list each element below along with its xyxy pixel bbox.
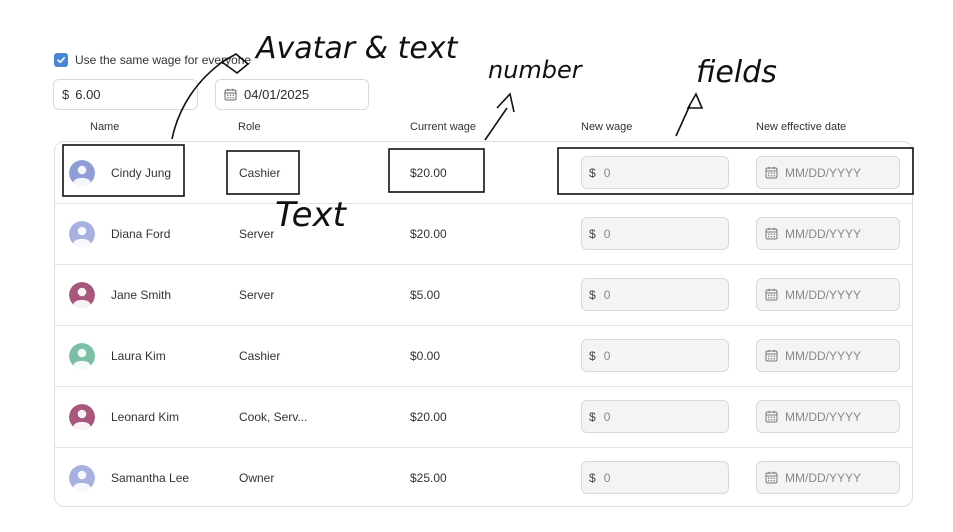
global-date-value: 04/01/2025	[244, 87, 310, 102]
new-wage-placeholder: 0	[603, 287, 611, 302]
same-wage-option[interactable]: Use the same wage for everyone	[54, 53, 251, 67]
currency-prefix: $	[589, 287, 596, 302]
same-wage-checkbox[interactable]	[54, 53, 68, 67]
employee-name: Cindy Jung	[111, 165, 172, 180]
date-placeholder: MM/DD/YYYY	[785, 165, 862, 180]
annotation-arrowhead-fields	[686, 92, 704, 109]
new-effective-date-input[interactable]: MM/DD/YYYY	[756, 156, 900, 189]
new-wage-input[interactable]: $ 0	[581, 156, 729, 189]
annotation-arrow-fields	[675, 104, 691, 137]
check-icon	[57, 57, 65, 64]
annotation-label-avatar-text: Avatar & text	[254, 31, 459, 66]
employee-name: Laura Kim	[111, 348, 166, 363]
person-icon	[69, 282, 95, 308]
annotation-arrowhead-number	[496, 92, 515, 113]
table-row: Laura Kim Cashier $0.00 $ 0 MM/DD/YYYY	[55, 325, 912, 387]
table-row: Jane Smith Server $5.00 $ 0 MM/DD/YYYY	[55, 264, 912, 326]
annotation-arrow-number	[484, 107, 508, 141]
person-icon	[69, 465, 95, 491]
column-header-new-effective-date: New effective date	[756, 121, 847, 133]
global-wage-input[interactable]: $ 6.00	[53, 79, 198, 110]
person-icon	[69, 221, 95, 247]
date-placeholder: MM/DD/YYYY	[785, 348, 862, 363]
date-placeholder: MM/DD/YYYY	[785, 287, 862, 302]
employee-name: Leonard Kim	[111, 409, 180, 424]
new-wage-input[interactable]: $ 0	[581, 400, 729, 433]
new-effective-date-input[interactable]: MM/DD/YYYY	[756, 339, 900, 372]
date-placeholder: MM/DD/YYYY	[785, 226, 862, 241]
new-wage-placeholder: 0	[603, 470, 611, 485]
currency-prefix: $	[589, 165, 596, 180]
new-wage-input[interactable]: $ 0	[581, 339, 729, 372]
current-wage: $20.00	[410, 226, 447, 241]
new-wage-placeholder: 0	[603, 409, 611, 424]
table-row: Cindy Jung Cashier $20.00 $ 0 MM/DD/YYYY	[55, 142, 912, 204]
calendar-icon	[765, 227, 778, 240]
column-header-role: Role	[238, 121, 261, 133]
column-header-name: Name	[90, 121, 120, 133]
new-wage-placeholder: 0	[603, 165, 611, 180]
currency-prefix: $	[589, 409, 596, 424]
same-wage-label: Use the same wage for everyone	[75, 53, 252, 67]
employee-name: Jane Smith	[111, 287, 172, 302]
date-placeholder: MM/DD/YYYY	[785, 409, 862, 424]
current-wage: $20.00	[410, 409, 447, 424]
current-wage: $5.00	[410, 287, 441, 302]
current-wage: $25.00	[410, 470, 447, 485]
table-row: Leonard Kim Cook, Serv... $20.00 $ 0 MM/…	[55, 386, 912, 448]
new-effective-date-input[interactable]: MM/DD/YYYY	[756, 278, 900, 311]
employee-role: Cashier	[239, 348, 281, 363]
calendar-icon	[765, 410, 778, 423]
annotation-label-fields: fields	[696, 55, 777, 90]
current-wage: $20.00	[410, 165, 447, 180]
table-row: Diana Ford Server $20.00 $ 0 MM/DD/YYYY	[55, 203, 912, 265]
calendar-icon	[765, 166, 778, 179]
avatar	[69, 282, 95, 308]
calendar-icon	[765, 288, 778, 301]
calendar-icon	[765, 471, 778, 484]
employee-name: Diana Ford	[111, 226, 171, 241]
avatar	[69, 160, 95, 186]
employee-role: Server	[239, 287, 275, 302]
new-wage-input[interactable]: $ 0	[581, 217, 729, 250]
currency-prefix: $	[62, 87, 70, 102]
column-header-current-wage: Current wage	[410, 121, 477, 133]
person-icon	[69, 343, 95, 369]
global-date-input[interactable]: 04/01/2025	[215, 79, 369, 110]
new-effective-date-input[interactable]: MM/DD/YYYY	[756, 217, 900, 250]
employee-role: Owner	[239, 470, 275, 485]
date-placeholder: MM/DD/YYYY	[785, 470, 862, 485]
avatar	[69, 221, 95, 247]
new-wage-input[interactable]: $ 0	[581, 278, 729, 311]
new-wage-input[interactable]: $ 0	[581, 461, 729, 494]
employee-role: Cook, Serv...	[239, 409, 308, 424]
new-wage-placeholder: 0	[603, 226, 611, 241]
currency-prefix: $	[589, 226, 596, 241]
new-wage-placeholder: 0	[603, 348, 611, 363]
current-wage: $0.00	[410, 348, 441, 363]
new-effective-date-input[interactable]: MM/DD/YYYY	[756, 400, 900, 433]
calendar-icon	[765, 349, 778, 362]
person-icon	[69, 404, 95, 430]
employee-role: Cashier	[239, 165, 281, 180]
table-row: Samantha Lee Owner $25.00 $ 0 MM/DD/YYYY	[55, 447, 912, 506]
calendar-icon	[224, 88, 237, 101]
annotation-label-number: number	[488, 56, 584, 84]
currency-prefix: $	[589, 348, 596, 363]
global-wage-value: 6.00	[75, 87, 101, 102]
avatar	[69, 343, 95, 369]
column-header-new-wage: New wage	[581, 121, 633, 133]
person-icon	[69, 160, 95, 186]
avatar	[69, 404, 95, 430]
employee-table: Cindy Jung Cashier $20.00 $ 0 MM/DD/YYYY…	[54, 141, 913, 507]
new-effective-date-input[interactable]: MM/DD/YYYY	[756, 461, 900, 494]
avatar	[69, 465, 95, 491]
currency-prefix: $	[589, 470, 596, 485]
employee-role: Server	[239, 226, 275, 241]
employee-name: Samantha Lee	[111, 470, 190, 485]
